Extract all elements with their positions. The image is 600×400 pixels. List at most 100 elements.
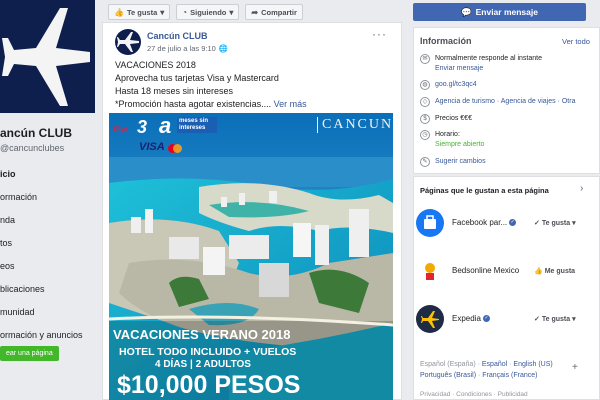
- tag-icon: ◇: [420, 97, 430, 107]
- footer-links[interactable]: Privacidad · Condiciones · Publicidad: [420, 391, 528, 398]
- check-icon: ✓: [534, 220, 540, 227]
- right-sidebar: 💬 Enviar mensaje Información Ver todo ✉ …: [408, 0, 600, 400]
- image-title: VACACIONES VERANO 2018: [113, 327, 291, 342]
- language-option[interactable]: Français (France): [482, 372, 537, 379]
- hours-value: Siempre abierto: [435, 141, 485, 148]
- liked-page-item[interactable]: Facebook par... ✓ ✓ Te gusta ▾: [416, 209, 599, 239]
- briefcase-icon: [416, 209, 444, 237]
- promo-prefix: Elige: [113, 127, 128, 133]
- liked-page-name[interactable]: Expedia ✓: [452, 314, 490, 323]
- post-text-line: Aprovecha tus tarjetas Visa y Mastercard: [115, 73, 279, 83]
- chevron-right-icon[interactable]: ›: [580, 183, 583, 194]
- see-more-link[interactable]: Ver más: [274, 99, 307, 109]
- globe-icon: 🌐: [218, 44, 229, 53]
- image-price: $10,000 PESOS: [117, 371, 301, 399]
- page-profile-picture[interactable]: [0, 0, 95, 113]
- post-text-line: VACACIONES 2018: [115, 60, 196, 70]
- nav-item-shop[interactable]: nda: [0, 209, 95, 232]
- send-message-button[interactable]: 💬 Enviar mensaje: [413, 3, 586, 21]
- image-brand-text: CANCUN: [317, 117, 393, 133]
- website-link[interactable]: goo.gl/tc3qc4: [435, 80, 477, 90]
- liked-page-like-button[interactable]: ✓ Te gusta ▾: [534, 312, 576, 326]
- image-subtitle: HOTEL TODO INCLUIDO + VUELOS: [119, 346, 297, 358]
- page-action-bar: 👍 Te gusta ▾ ◔ Siguiendo ▾ ➦ Compartir: [108, 4, 303, 20]
- bedsonline-logo-icon: [416, 257, 444, 285]
- hours-label: Horario:: [435, 131, 460, 138]
- thumbs-up-icon: 👍: [114, 7, 124, 17]
- post-meta: 27 de julio a las 9:10 🌐: [147, 44, 228, 53]
- like-page-button[interactable]: 👍 Te gusta ▾: [108, 4, 171, 20]
- chevron-down-icon: ▾: [572, 316, 576, 323]
- nav-item-posts[interactable]: blicaciones: [0, 278, 95, 301]
- globe-icon: ◍: [420, 80, 430, 90]
- page-nav: icio ormación nda tos eos blicaciones mu…: [0, 163, 95, 347]
- language-option[interactable]: Español: [482, 361, 507, 368]
- create-page-button[interactable]: ear una página: [0, 346, 59, 361]
- language-current: Español (España): [420, 361, 476, 368]
- airplane-icon: [117, 32, 139, 52]
- messenger-icon: ✉: [420, 54, 430, 64]
- liked-page-item[interactable]: Expedia ✓ ✓ Te gusta ▾: [416, 305, 599, 335]
- visa-logo: VISA: [139, 141, 165, 153]
- nav-item-home[interactable]: icio: [0, 163, 95, 186]
- post-image[interactable]: Elige 3 a 18 meses sin intereses VISA CA…: [109, 113, 393, 400]
- nav-item-videos[interactable]: eos: [0, 255, 95, 278]
- chevron-down-icon: ▾: [572, 220, 576, 227]
- info-title: Información: [420, 36, 472, 46]
- price-icon: $: [420, 114, 430, 124]
- info-row-messenger: ✉ Normalmente responde al instante Envia…: [420, 54, 542, 74]
- liked-page-name[interactable]: Bedsonline Mexico: [452, 266, 519, 275]
- info-row-category: ◇ Agencia de turismo · Agencia de viajes…: [420, 97, 575, 107]
- liked-page-like-button[interactable]: 👍 Me gusta: [534, 264, 575, 278]
- language-option[interactable]: English (US): [513, 361, 552, 368]
- pencil-icon: ✎: [420, 157, 430, 167]
- post-options-button[interactable]: ···: [372, 27, 387, 41]
- clock-icon: ◷: [420, 130, 430, 140]
- promo-number: 3: [137, 117, 148, 137]
- post-text-line: Hasta 18 meses sin intereses: [115, 86, 234, 96]
- info-row-hours: ◷ Horario: Siempre abierto: [420, 130, 484, 150]
- verified-badge-icon: ✓: [509, 219, 517, 227]
- liked-page-item[interactable]: Bedsonline Mexico 👍 Me gusta: [416, 257, 599, 287]
- page-handle: @cancunclubes: [0, 143, 65, 153]
- post-author-name[interactable]: Cancún CLUB: [147, 31, 208, 41]
- nav-item-info-ads[interactable]: ormación y anuncios: [0, 324, 95, 347]
- info-response-text: Normalmente responde al instante: [435, 55, 543, 62]
- page-left-column: ancún CLUB @cancunclubes icio ormación n…: [0, 0, 95, 400]
- info-card: Información Ver todo ✉ Normalmente respo…: [413, 27, 600, 174]
- liked-pages-title: Páginas que le gustan a esta página: [420, 186, 549, 195]
- like-label: Te gusta: [126, 7, 158, 17]
- liked-pages-card: Páginas que le gustan a esta página › Fa…: [413, 176, 600, 400]
- nav-item-photos[interactable]: tos: [0, 232, 95, 255]
- verified-badge-icon: ✓: [482, 315, 490, 323]
- info-row-website: ◍ goo.gl/tc3qc4: [420, 80, 477, 90]
- suggest-edits-link[interactable]: Sugerir cambios: [435, 157, 486, 167]
- thumbs-up-icon: 👍: [534, 268, 543, 275]
- mastercard-logo-icon: [173, 144, 182, 153]
- image-subtitle: 4 DÍAS | 2 ADULTOS: [155, 359, 251, 370]
- nav-item-community[interactable]: munidad: [0, 301, 95, 324]
- add-language-button[interactable]: +: [572, 362, 578, 373]
- share-arrow-icon: ➦: [251, 7, 259, 17]
- info-row-suggest: ✎ Sugerir cambios: [420, 157, 486, 167]
- post-author-avatar[interactable]: [115, 29, 141, 55]
- airplane-icon: [2, 8, 90, 106]
- follow-label: Siguiendo: [190, 7, 227, 17]
- liked-page-name[interactable]: Facebook par... ✓: [452, 218, 517, 227]
- messenger-icon: 💬: [461, 6, 472, 17]
- category-links[interactable]: Agencia de turismo · Agencia de viajes ·…: [435, 97, 575, 107]
- language-option[interactable]: Português (Brasil): [420, 372, 476, 379]
- check-icon: ✓: [534, 316, 540, 323]
- post-timestamp[interactable]: 27 de julio a las 9:10: [147, 44, 216, 53]
- post-text-line: *Promoción hasta agotar existencias.... …: [115, 98, 395, 111]
- see-all-link[interactable]: Ver todo: [562, 37, 590, 46]
- chevron-down-icon: ▾: [160, 7, 165, 17]
- follow-button[interactable]: ◔ Siguiendo ▾: [176, 4, 240, 20]
- share-button[interactable]: ➦ Compartir: [245, 4, 303, 20]
- promo-meses-label: meses sin intereses: [177, 117, 217, 133]
- info-send-message-link[interactable]: Enviar mensaje: [435, 64, 542, 74]
- page-name[interactable]: ancún CLUB: [0, 126, 72, 140]
- liked-page-like-button[interactable]: ✓ Te gusta ▾: [534, 216, 576, 230]
- nav-item-info[interactable]: ormación: [0, 186, 95, 209]
- price-text: Precios €€€: [435, 115, 472, 122]
